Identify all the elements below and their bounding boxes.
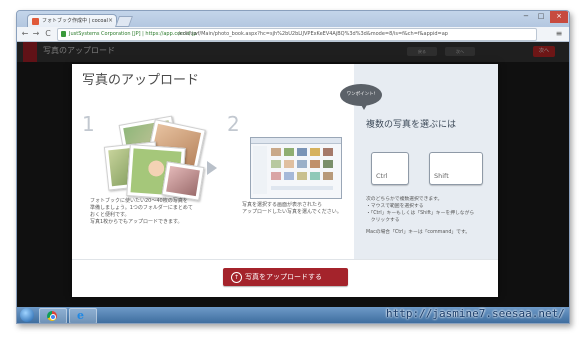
upload-dialog: 写真のアップロード 1 2 フォトブックに使いたい20～40枚の写真を 準備しま… [72,64,498,297]
new-tab-button[interactable] [114,16,134,27]
browser-toolbar: ← → C JustSystems Corporation [JP] | htt… [17,27,569,42]
photo-card [161,161,205,201]
step-2-description: 写真を選択する画面が表示されたら アップロードしたい写真を選んでください。 [242,202,342,215]
taskbar-chrome[interactable] [39,308,67,323]
watermark-url: http://jasmine7.seesaa.net/ [386,307,565,320]
menu-icon[interactable]: ≡ [555,29,563,38]
close-window-button[interactable]: × [550,11,568,23]
step-2-number: 2 [227,112,240,136]
file-dialog-illustration [250,137,342,199]
shift-key-icon: Shift [429,152,483,185]
ctrl-key-icon: Ctrl [371,152,409,185]
favicon-icon [32,18,39,25]
upload-photos-button[interactable]: ↑ 写真をアップロードする [223,268,348,286]
browser-tab[interactable]: フォトブック作成中 | cocoal × [27,14,117,28]
tab-title: フォトブック作成中 | cocoal [42,18,108,24]
step-1-description: フォトブックに使いたい20～40枚の写真を 準備しましょう。1つのフォルダーにま… [90,198,193,225]
reload-button[interactable]: C [43,28,53,39]
tab-close-icon[interactable]: × [108,15,113,26]
chrome-icon [47,311,57,321]
url-path: /edit/swf/Main/photo_book.aspx?hc=sjh%2b… [178,31,448,37]
maximize-button[interactable]: □ [534,11,548,23]
next-step-arrow-icon [207,161,217,175]
minimize-button[interactable]: − [519,11,533,23]
tip-title: 複数の写真を選ぶには [366,120,457,130]
taskbar-ie[interactable]: e [69,308,97,323]
tip-description: 次のどちらかで複数選択できます。 ・マウスで範囲を選択する ・「Ctrl」キーも… [366,197,475,235]
upload-button-label: 写真をアップロードする [245,273,322,281]
start-button[interactable] [20,308,34,322]
one-point-balloon: ワンポイント! [340,84,382,110]
upload-arrow-icon: ↑ [231,272,242,283]
step-1-number: 1 [82,112,95,136]
lock-icon [61,31,66,37]
ie-icon: e [77,309,84,322]
address-bar[interactable]: JustSystems Corporation [JP] | https://a… [57,28,537,41]
back-button[interactable]: ← [20,28,30,39]
screenshot-frame: フォトブック作成中 | cocoal × − □ × ← → C JustSys… [0,0,583,344]
tab-bar: フォトブック作成中 | cocoal × − □ × [17,11,569,28]
forward-button[interactable]: → [31,28,41,39]
dialog-title: 写真のアップロード [82,73,200,88]
